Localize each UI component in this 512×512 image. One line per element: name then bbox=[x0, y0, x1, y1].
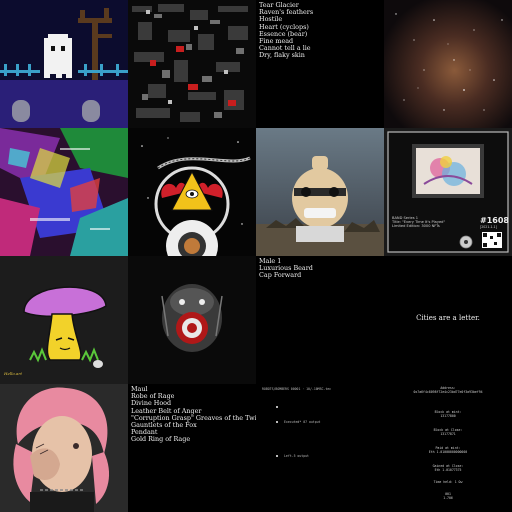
tile-mushroom[interactable]: Hello.art bbox=[0, 256, 128, 384]
tile-ghost-pixel-art[interactable] bbox=[0, 0, 128, 128]
tile-items[interactable]: Maul Robe of Rage Divine Hood Leather Be… bbox=[128, 384, 256, 512]
glitch-pixel-art-icon bbox=[128, 0, 256, 128]
tile-gorilla-robot[interactable] bbox=[128, 256, 256, 384]
cities-text: Cities are a letter. bbox=[416, 314, 480, 322]
tile-portrait[interactable] bbox=[0, 384, 128, 512]
tile-clay-figure[interactable] bbox=[256, 128, 384, 256]
glitch-collage-icon bbox=[0, 128, 128, 256]
starfield-image-icon bbox=[384, 0, 512, 128]
tile-astronaut-triangle[interactable] bbox=[128, 128, 256, 256]
terminal-marks bbox=[276, 406, 278, 457]
card-edition: Limited Edition: 3000 NFTs bbox=[392, 224, 440, 229]
tile-traits-2[interactable]: Male 1 Luxurious Beard Cap Forward bbox=[256, 256, 384, 384]
terminal-line-1: ROBOTS/BOMBERS 00001 · 10/-10MSC-tec bbox=[262, 387, 332, 391]
trait-line: Cap Forward bbox=[259, 271, 302, 280]
portrait-photo-icon bbox=[0, 384, 128, 512]
gorilla-robot-art-icon bbox=[128, 256, 256, 384]
block-close-value: 13177871 bbox=[440, 432, 456, 436]
ghost-pixel-art-icon bbox=[0, 0, 128, 128]
trait-line: Dry, flaky skin bbox=[259, 51, 305, 60]
row-value: 1.706 bbox=[443, 496, 453, 500]
card-number: #1608 bbox=[480, 216, 509, 225]
nft-gallery-grid: Tear Glacier Raven's feathers Hostile He… bbox=[0, 0, 512, 512]
item-line: Gold Ring of Rage bbox=[131, 435, 191, 444]
mushroom-character-icon bbox=[0, 256, 128, 384]
tile-glitch-collage[interactable] bbox=[0, 128, 128, 256]
tile-cities-text[interactable]: Cities are a letter. bbox=[384, 256, 512, 384]
terminal-line-3: Left-5 output bbox=[284, 454, 309, 458]
terminal-line-2: Executed* 07 output bbox=[284, 420, 321, 424]
mushroom-signature: Hello.art bbox=[4, 371, 22, 376]
astronaut-triangle-art-icon bbox=[128, 128, 256, 256]
tile-glitch-pixel-art[interactable] bbox=[128, 0, 256, 128]
address-value: 0x7a6f4c8098f72e4c23bd77e0f3a93bef94 bbox=[413, 390, 483, 394]
clay-figure-photo-icon bbox=[256, 128, 384, 256]
time-held: Time held: 1 Ow bbox=[433, 480, 463, 484]
tile-stats[interactable]: Address: 0x7a6f4c8098f72e4c23bd77e0f3a93… bbox=[384, 384, 512, 512]
tile-traits-1[interactable]: Tear Glacier Raven's feathers Hostile He… bbox=[256, 0, 384, 128]
paid-mint-value: Eth 1.01000000000000 bbox=[428, 450, 468, 454]
card-series-year: [2021-1.1] bbox=[480, 225, 497, 229]
tile-terminal[interactable]: ROBOTS/BOMBERS 00001 · 10/-10MSC-tec Exe… bbox=[256, 384, 384, 512]
tile-starfield[interactable] bbox=[384, 0, 512, 128]
block-mint-value: 13177800 bbox=[440, 414, 456, 418]
tile-framed-artwork-card[interactable]: BAND Series 1 Title: "Every Time It's Pl… bbox=[384, 128, 512, 256]
framed-artwork-card-icon bbox=[384, 128, 512, 256]
gained-close-value: Eth 1.01077375 bbox=[434, 468, 462, 472]
